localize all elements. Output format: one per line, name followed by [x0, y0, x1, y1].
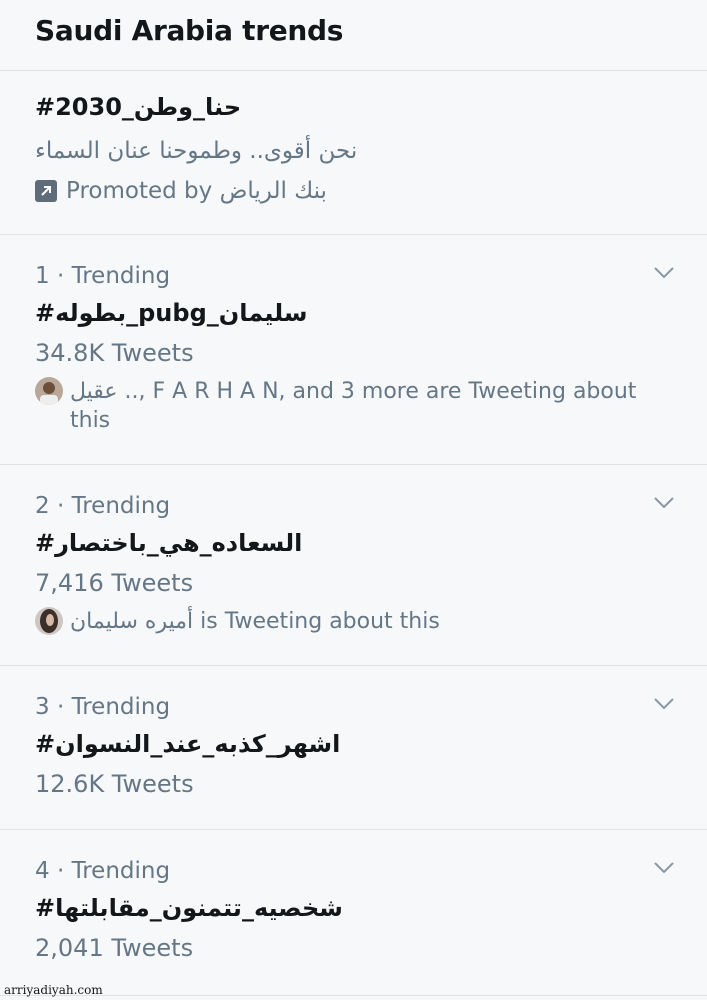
- avatar: [35, 607, 63, 635]
- trend-tweet-count: 2,041 Tweets: [35, 934, 194, 962]
- trend-hashtag[interactable]: #شخصيه_تتمنون_مقابلتها: [35, 894, 343, 922]
- trend-item[interactable]: 4 · Trending #شخصيه_تتمنون_مقابلتها 2,04…: [0, 830, 707, 996]
- social-context-text: عقيل .., F A R H A N, and 3 more are Twe…: [70, 379, 637, 433]
- chevron-down-icon[interactable]: [653, 696, 675, 712]
- trend-social-context: أميره سليمان is Tweeting about this: [35, 607, 440, 636]
- trend-item[interactable]: 3 · Trending #اشهر_كذبه_عند_النسوان 12.6…: [0, 666, 707, 830]
- trend-rank: 1 · Trending: [35, 263, 171, 289]
- watermark: arriyadiyah.com: [4, 983, 103, 997]
- trend-tweet-count: 12.6K Tweets: [35, 770, 194, 798]
- trend-item[interactable]: 2 · Trending #السعاده_هي_باختصار 7,416 T…: [0, 465, 707, 666]
- trends-page: Saudi Arabia trends #حنا_وطن_2030 نحن أق…: [0, 0, 707, 1000]
- avatar: [35, 377, 63, 405]
- promoted-hashtag[interactable]: #حنا_وطن_2030: [35, 93, 241, 121]
- chevron-down-icon[interactable]: [653, 495, 675, 511]
- social-context-text: أميره سليمان is Tweeting about this: [70, 609, 440, 634]
- trend-hashtag[interactable]: #اشهر_كذبه_عند_النسوان: [35, 730, 340, 758]
- trend-tweet-count: 7,416 Tweets: [35, 569, 194, 597]
- chevron-down-icon[interactable]: [653, 265, 675, 281]
- trend-rank: 2 · Trending: [35, 493, 171, 519]
- trends-header: Saudi Arabia trends: [0, 0, 707, 71]
- promoted-description: نحن أقوى.. وطموحنا عنان السماء: [35, 138, 358, 164]
- trend-social-context: عقيل .., F A R H A N, and 3 more are Twe…: [35, 377, 665, 435]
- trend-item[interactable]: 1 · Trending #بطوله_pubg_سليمان 34.8K Tw…: [0, 235, 707, 465]
- promoted-by-label: Promoted by بنك الرياض: [66, 178, 327, 204]
- page-title: Saudi Arabia trends: [35, 14, 344, 47]
- chevron-down-icon[interactable]: [653, 860, 675, 876]
- trend-rank: 4 · Trending: [35, 858, 171, 884]
- promoted-trend[interactable]: #حنا_وطن_2030 نحن أقوى.. وطموحنا عنان ال…: [0, 71, 707, 235]
- trend-tweet-count: 34.8K Tweets: [35, 339, 194, 367]
- promoted-by-line: Promoted by بنك الرياض: [35, 178, 327, 204]
- trend-hashtag[interactable]: #السعاده_هي_باختصار: [35, 529, 302, 557]
- promoted-arrow-icon: [35, 180, 57, 202]
- trend-rank: 3 · Trending: [35, 694, 171, 720]
- trend-hashtag[interactable]: #بطوله_pubg_سليمان: [35, 299, 308, 327]
